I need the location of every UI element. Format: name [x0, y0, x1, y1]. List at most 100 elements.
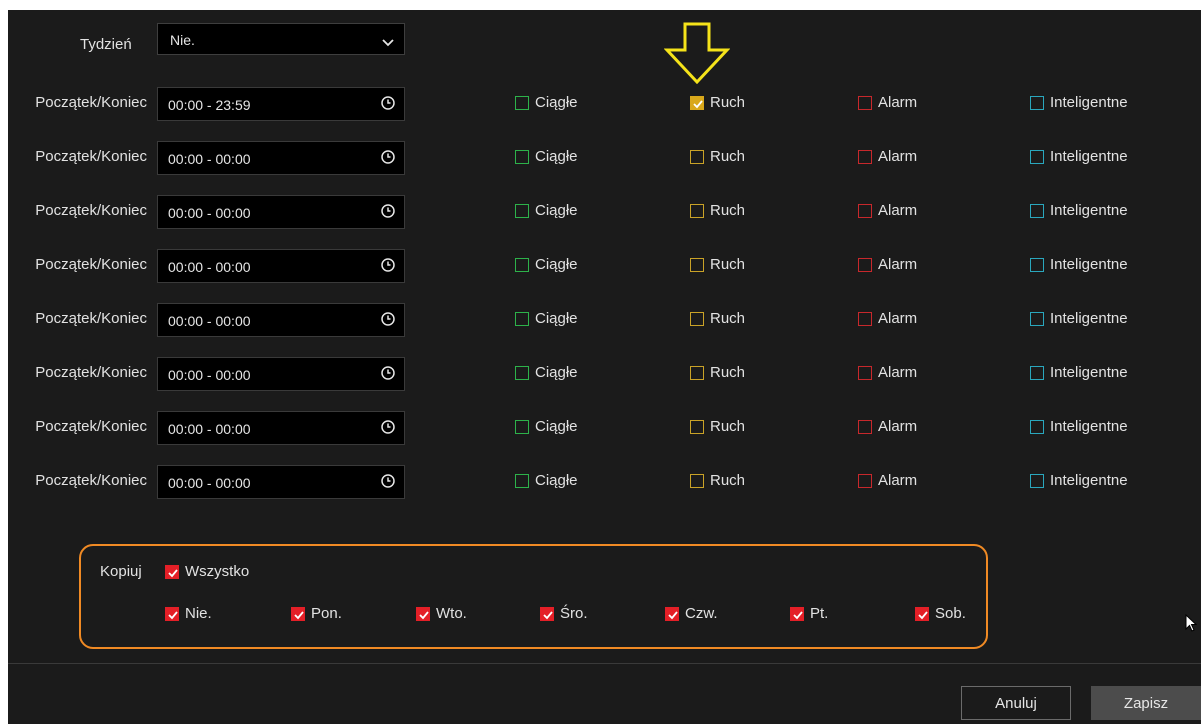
motion-label: Ruch — [710, 256, 746, 273]
motion-label: Ruch — [710, 310, 746, 327]
continuous-label: Ciągłe — [535, 364, 578, 381]
save-button[interactable]: Zapisz — [1091, 686, 1201, 720]
week-select[interactable]: Nie. — [157, 23, 405, 55]
continuous-checkbox[interactable]: Ciągłe — [515, 364, 578, 381]
checkbox-icon — [1030, 149, 1044, 164]
alarm-checkbox[interactable]: Alarm — [858, 472, 917, 489]
clock-icon — [381, 420, 395, 439]
time-range-value: 00:00 - 00:00 — [168, 421, 251, 437]
checkbox-icon — [858, 149, 872, 164]
copy-label: Kopiuj — [100, 563, 142, 580]
continuous-checkbox[interactable]: Ciągłe — [515, 418, 578, 435]
alarm-label: Alarm — [878, 94, 918, 111]
time-range-input[interactable]: 00:00 - 00:00 — [157, 411, 405, 445]
clock-icon — [381, 258, 395, 277]
smart-checkbox[interactable]: Inteligentne — [1030, 148, 1128, 165]
checkbox-icon — [858, 311, 872, 326]
time-range-input[interactable]: 00:00 - 00:00 — [157, 195, 405, 229]
copy-day-checkbox[interactable]: Pon. — [291, 605, 342, 622]
continuous-label: Ciągłe — [535, 418, 578, 435]
smart-label: Inteligentne — [1050, 94, 1128, 111]
time-range-value: 00:00 - 00:00 — [168, 259, 251, 275]
time-range-input[interactable]: 00:00 - 23:59 — [157, 87, 405, 121]
clock-icon — [381, 366, 395, 385]
motion-checkbox[interactable]: Ruch — [690, 364, 745, 381]
time-range-input[interactable]: 00:00 - 00:00 — [157, 249, 405, 283]
copy-day-checkbox[interactable]: Pt. — [790, 605, 828, 622]
time-range-input[interactable]: 00:00 - 00:00 — [157, 357, 405, 391]
motion-checkbox[interactable]: Ruch — [690, 94, 745, 111]
copy-day-checkbox[interactable]: Sob. — [915, 605, 966, 622]
copy-day-label: Nie. — [185, 605, 212, 622]
continuous-label: Ciągłe — [535, 256, 578, 273]
continuous-label: Ciągłe — [535, 472, 578, 489]
checkbox-icon — [1030, 419, 1044, 434]
motion-checkbox[interactable]: Ruch — [690, 310, 745, 327]
cancel-button[interactable]: Anuluj — [961, 686, 1071, 720]
continuous-checkbox[interactable]: Ciągłe — [515, 310, 578, 327]
smart-label: Inteligentne — [1050, 364, 1128, 381]
checkbox-icon — [690, 203, 704, 218]
smart-checkbox[interactable]: Inteligentne — [1030, 256, 1128, 273]
continuous-checkbox[interactable]: Ciągłe — [515, 202, 578, 219]
copy-day-checkbox[interactable]: Nie. — [165, 605, 212, 622]
checkbox-checked-icon — [416, 606, 430, 621]
continuous-checkbox[interactable]: Ciągłe — [515, 94, 578, 111]
checkbox-icon — [1030, 95, 1044, 110]
continuous-checkbox[interactable]: Ciągłe — [515, 148, 578, 165]
start-end-label: Początek/Koniec — [35, 418, 147, 435]
motion-label: Ruch — [710, 364, 746, 381]
alarm-checkbox[interactable]: Alarm — [858, 310, 917, 327]
down-arrow-icon — [663, 22, 731, 89]
motion-checkbox[interactable]: Ruch — [690, 148, 745, 165]
clock-icon — [381, 312, 395, 331]
motion-checkbox[interactable]: Ruch — [690, 472, 745, 489]
continuous-checkbox[interactable]: Ciągłe — [515, 472, 578, 489]
checkbox-icon — [515, 203, 529, 218]
smart-label: Inteligentne — [1050, 148, 1128, 165]
checkbox-icon — [858, 419, 872, 434]
copy-day-checkbox[interactable]: Śro. — [540, 605, 588, 622]
copy-all-checkbox[interactable]: Wszystko — [165, 563, 249, 580]
continuous-checkbox[interactable]: Ciągłe — [515, 256, 578, 273]
time-range-input[interactable]: 00:00 - 00:00 — [157, 303, 405, 337]
time-range-input[interactable]: 00:00 - 00:00 — [157, 465, 405, 499]
checkbox-icon — [515, 419, 529, 434]
copy-day-checkbox[interactable]: Czw. — [665, 605, 718, 622]
smart-checkbox[interactable]: Inteligentne — [1030, 94, 1128, 111]
motion-checkbox[interactable]: Ruch — [690, 418, 745, 435]
copy-day-label: Wto. — [436, 605, 467, 622]
time-range-input[interactable]: 00:00 - 00:00 — [157, 141, 405, 175]
start-end-label: Początek/Koniec — [35, 256, 147, 273]
alarm-checkbox[interactable]: Alarm — [858, 94, 917, 111]
copy-day-label: Czw. — [685, 605, 718, 622]
smart-label: Inteligentne — [1050, 256, 1128, 273]
checkbox-checked-icon — [915, 606, 929, 621]
checkbox-checked-icon — [291, 606, 305, 621]
smart-checkbox[interactable]: Inteligentne — [1030, 202, 1128, 219]
footer-divider — [8, 663, 1201, 664]
motion-checkbox[interactable]: Ruch — [690, 256, 745, 273]
alarm-checkbox[interactable]: Alarm — [858, 202, 917, 219]
motion-label: Ruch — [710, 148, 746, 165]
week-label: Tydzień — [80, 36, 132, 53]
copy-day-checkbox[interactable]: Wto. — [416, 605, 467, 622]
time-range-value: 00:00 - 00:00 — [168, 205, 251, 221]
alarm-checkbox[interactable]: Alarm — [858, 148, 917, 165]
checkbox-icon — [515, 149, 529, 164]
alarm-checkbox[interactable]: Alarm — [858, 364, 917, 381]
smart-checkbox[interactable]: Inteligentne — [1030, 364, 1128, 381]
alarm-checkbox[interactable]: Alarm — [858, 256, 917, 273]
time-range-value: 00:00 - 00:00 — [168, 313, 251, 329]
checkbox-icon — [690, 311, 704, 326]
alarm-label: Alarm — [878, 202, 918, 219]
motion-checkbox[interactable]: Ruch — [690, 202, 745, 219]
smart-checkbox[interactable]: Inteligentne — [1030, 418, 1128, 435]
smart-checkbox[interactable]: Inteligentne — [1030, 472, 1128, 489]
smart-checkbox[interactable]: Inteligentne — [1030, 310, 1128, 327]
checkbox-icon — [858, 203, 872, 218]
alarm-checkbox[interactable]: Alarm — [858, 418, 917, 435]
checkbox-icon — [858, 257, 872, 272]
checkbox-checked-icon — [690, 95, 704, 110]
copy-all-label: Wszystko — [185, 563, 250, 580]
